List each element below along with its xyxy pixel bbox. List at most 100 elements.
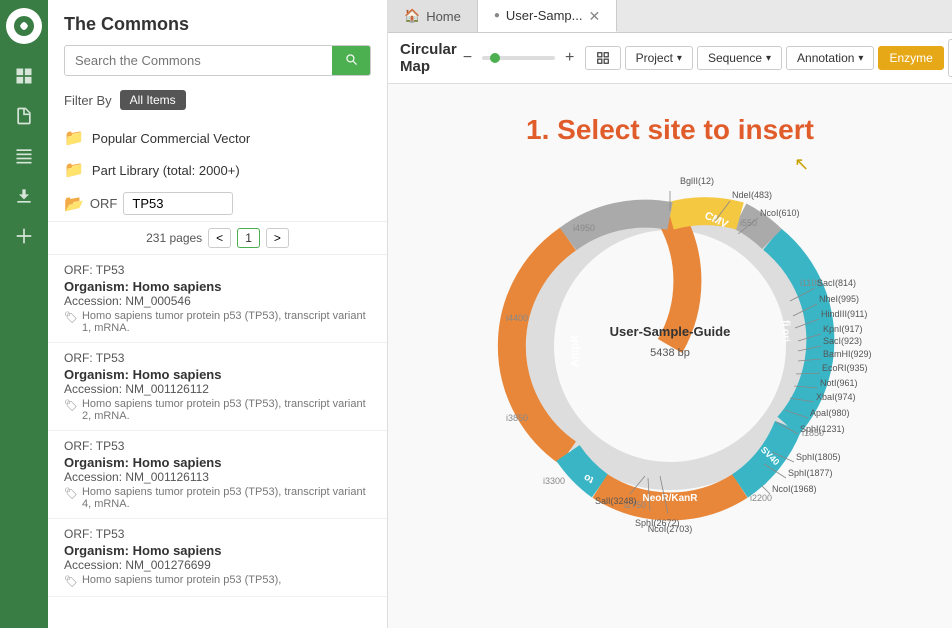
folder-commercial-vector[interactable]: 📁 Popular Commercial Vector: [48, 122, 387, 154]
result-accession-2: Accession: NM_001126113: [64, 470, 371, 484]
folder-label-2: Part Library (total: 2000+): [92, 163, 240, 178]
result-organism-3: Organism: Homo sapiens: [64, 543, 371, 558]
sidebar-title: The Commons: [48, 0, 387, 45]
result-accession-3: Accession: NM_001276699: [64, 558, 371, 572]
ordering-btn[interactable]: 🛒 Ordering: [948, 39, 952, 77]
result-desc-2: 🏷 Homo sapiens tumor protein p53 (TP53),…: [64, 486, 371, 510]
pages-count: 231 pages: [146, 231, 202, 245]
tab-circle-icon: ●: [494, 10, 500, 21]
project-chevron: ▾: [677, 53, 682, 64]
zoom-in-btn[interactable]: +: [559, 46, 581, 70]
pos-550: i550: [740, 218, 757, 228]
result-desc-0: 🏷 Homo sapiens tumor protein p53 (TP53),…: [64, 310, 371, 334]
tab-home-label: Home: [426, 9, 461, 24]
bamhi-label: BamHI(929): [823, 349, 872, 359]
tab-user-sample[interactable]: ● User-Samp... ✕: [478, 0, 617, 32]
home-icon: 🏠: [404, 8, 420, 24]
pos-4950: i4950: [573, 223, 595, 233]
pos-4400: i4400: [506, 313, 528, 323]
noti-label: NotI(961): [820, 378, 858, 388]
result-desc-3: 🏷 Homo sapiens tumor protein p53 (TP53),: [64, 574, 371, 588]
sphi1805-label: SphI(1805): [796, 452, 841, 462]
nhei-label: NheI(995): [819, 294, 859, 304]
nav-download[interactable]: [6, 178, 42, 214]
zoom-slider[interactable]: [482, 56, 554, 60]
result-item[interactable]: ORF: TP53 Organism: Homo sapiens Accessi…: [48, 343, 387, 431]
sidebar: The Commons Filter By All Items 📁 Popula…: [48, 0, 388, 628]
circular-map: AmpR to NeoR/KanR SV40 fi ori CMV User-S…: [420, 126, 920, 586]
orf-row: 📂 ORF: [48, 186, 387, 221]
ncoi610-label: NcoI(610): [760, 208, 800, 218]
sphi1231-label: SphI(1231): [800, 424, 845, 434]
result-accession-1: Accession: NM_001126112: [64, 382, 371, 396]
tab-home[interactable]: 🏠 Home: [388, 0, 478, 32]
sphi1877-label: SphI(1877): [788, 468, 833, 478]
orf-label: ORF: [90, 196, 117, 211]
pos-2200: i2200: [750, 493, 772, 503]
result-item[interactable]: ORF: TP53 Organism: Homo sapiens Accessi…: [48, 255, 387, 343]
filter-label: Filter By: [64, 93, 112, 108]
kpni-label: KpnI(917): [823, 324, 863, 334]
tab-close-btn[interactable]: ✕: [589, 9, 601, 23]
result-organism-2: Organism: Homo sapiens: [64, 455, 371, 470]
next-page-btn[interactable]: >: [266, 228, 289, 248]
folder-part-library[interactable]: 📁 Part Library (total: 2000+): [48, 154, 387, 186]
orf-input[interactable]: [123, 192, 233, 215]
saci923-label: SacI(923): [823, 336, 862, 346]
enzyme-btn[interactable]: Enzyme: [878, 46, 943, 70]
bglii-label: BglII(12): [680, 176, 714, 186]
plasmid-name: User-Sample-Guide: [610, 324, 731, 339]
plasmid-svg: AmpR to NeoR/KanR SV40 fi ori CMV User-S…: [420, 126, 920, 556]
icon-bar: [0, 0, 48, 628]
main-content: 🏠 Home ● User-Samp... ✕ Circular Map − +…: [388, 0, 952, 628]
filter-row: Filter By All Items: [48, 86, 387, 118]
result-accession-0: Accession: NM_000546: [64, 294, 371, 308]
fori-label: fi ori: [780, 320, 791, 342]
ndei-label: NdeI(483): [732, 190, 772, 200]
zoom-slider-dot: [490, 53, 500, 63]
folder-label: Popular Commercial Vector: [92, 131, 250, 146]
folder-icon-2: 📁: [64, 160, 84, 180]
annotation-btn[interactable]: Annotation ▾: [786, 46, 874, 70]
map-area: 1. Select site to insert ↖: [388, 84, 952, 628]
search-input[interactable]: [65, 46, 332, 75]
ecori-label: EcoRI(935): [822, 363, 868, 373]
folder-open-icon: 📂: [64, 194, 84, 214]
result-organism-0: Organism: Homo sapiens: [64, 279, 371, 294]
result-orf-1: ORF: TP53: [64, 351, 371, 365]
zoom-out-btn[interactable]: −: [457, 46, 479, 70]
toolbar-controls: − + Project ▾ Sequence ▾ Annotation ▾ En…: [457, 39, 952, 77]
neor-label: NeoR/KanR: [642, 493, 698, 504]
xbai-label: XbaI(974): [816, 392, 856, 402]
nav-grid[interactable]: [6, 58, 42, 94]
nav-add[interactable]: [6, 218, 42, 254]
results-list: ORF: TP53 Organism: Homo sapiens Accessi…: [48, 255, 387, 597]
hindiii-label: HindIII(911): [821, 309, 867, 319]
pos-3850: i3850: [506, 413, 528, 423]
current-page: 1: [237, 228, 260, 248]
result-item[interactable]: ORF: TP53 Organism: Homo sapiens Accessi…: [48, 519, 387, 597]
apai-label: ApaI(980): [810, 408, 850, 418]
result-item[interactable]: ORF: TP53 Organism: Homo sapiens Accessi…: [48, 431, 387, 519]
pos-3300: i3300: [543, 476, 565, 486]
app-logo[interactable]: [6, 8, 42, 44]
project-btn[interactable]: Project ▾: [625, 46, 693, 70]
nav-list[interactable]: [6, 138, 42, 174]
toolbar: Circular Map − + Project ▾ Sequence ▾ An…: [388, 33, 952, 84]
prev-page-btn[interactable]: <: [208, 228, 231, 248]
search-bar: [64, 45, 371, 76]
ampr-label: AmpR: [569, 335, 581, 367]
tab-bar: 🏠 Home ● User-Samp... ✕: [388, 0, 952, 33]
search-button[interactable]: [332, 46, 370, 75]
result-orf-3: ORF: TP53: [64, 527, 371, 541]
result-orf-0: ORF: TP53: [64, 263, 371, 277]
sequence-chevron: ▾: [766, 53, 771, 64]
result-desc-1: 🏷 Homo sapiens tumor protein p53 (TP53),…: [64, 398, 371, 422]
saci814-label: SacI(814): [817, 278, 856, 288]
sequence-btn[interactable]: Sequence ▾: [697, 46, 782, 70]
filter-all-items[interactable]: All Items: [120, 90, 186, 110]
plasmid-size: 5438 bp: [650, 347, 690, 359]
sali-label: SalI(3248): [595, 496, 637, 506]
toolbar-icon-btn[interactable]: [585, 46, 621, 70]
nav-file[interactable]: [6, 98, 42, 134]
